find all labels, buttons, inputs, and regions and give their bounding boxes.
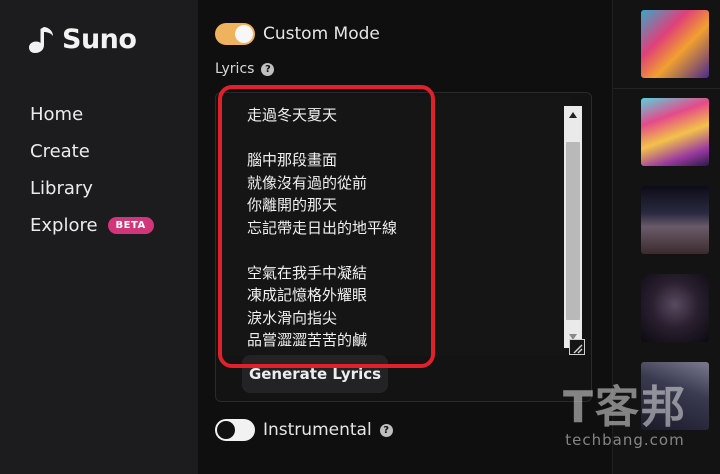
scroll-up-icon[interactable]	[564, 106, 582, 124]
suno-logo-icon	[29, 26, 53, 53]
help-icon[interactable]: ?	[379, 423, 393, 437]
nav-item-create[interactable]: Create	[30, 133, 154, 170]
toggle-knob	[235, 25, 253, 43]
lyrics-label-text: Lyrics	[215, 61, 255, 77]
nav-label-explore: Explore	[30, 215, 98, 236]
highlight-annotation	[218, 85, 435, 368]
scroll-thumb[interactable]	[566, 142, 580, 320]
song-thumbnail[interactable]	[641, 274, 709, 342]
instrumental-toggle[interactable]	[215, 419, 255, 441]
nav-label-create: Create	[30, 141, 90, 162]
nav-item-explore[interactable]: Explore BETA	[30, 207, 154, 244]
lyrics-scrollbar[interactable]	[564, 106, 582, 348]
nav-label-library: Library	[30, 178, 93, 199]
divider	[613, 88, 720, 89]
custom-mode-toggle[interactable]	[215, 23, 255, 45]
nav-item-home[interactable]: Home	[30, 96, 154, 133]
resize-grip-icon[interactable]	[569, 339, 585, 355]
suno-logo[interactable]: Suno	[28, 24, 137, 55]
watermark-url: techbang.com	[565, 431, 685, 449]
beta-badge: BETA	[107, 217, 154, 234]
nav-label-home: Home	[30, 104, 84, 125]
instrumental-label-row: Instrumental ?	[263, 420, 393, 440]
song-thumbnail[interactable]	[641, 10, 709, 78]
main-nav: Home Create Library Explore BETA	[30, 96, 154, 244]
nav-item-library[interactable]: Library	[30, 170, 154, 207]
song-thumbnail[interactable]	[641, 186, 709, 254]
instrumental-label: Instrumental	[263, 420, 372, 440]
lyrics-label: Lyrics ?	[215, 61, 275, 77]
custom-mode-label: Custom Mode	[263, 24, 380, 44]
sidebar: Suno Home Create Library Explore BETA	[0, 0, 198, 474]
app-name: Suno	[62, 24, 137, 55]
watermark-logo: T客邦	[562, 382, 687, 433]
song-thumbnail[interactable]	[641, 98, 709, 166]
help-icon[interactable]: ?	[261, 62, 275, 76]
toggle-knob	[217, 421, 235, 439]
watermark: T客邦 techbang.com	[540, 382, 710, 450]
